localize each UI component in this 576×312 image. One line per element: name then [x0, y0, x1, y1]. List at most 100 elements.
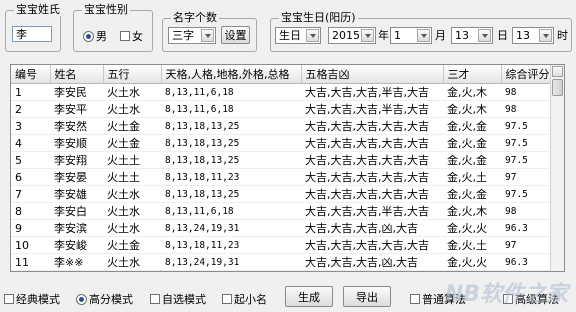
- cell-number: 7: [11, 185, 50, 203]
- cell-wuge: 8,13,18,11,23: [161, 236, 301, 254]
- cell-score: 96.3: [501, 253, 551, 271]
- export-button[interactable]: 导出: [343, 286, 391, 307]
- cell-name: 李安顺: [50, 134, 103, 152]
- mode-custom-option[interactable]: 自选模式: [150, 291, 206, 307]
- chevron-down-icon: [478, 29, 491, 42]
- cell-fortune: 大吉,大吉,大吉,大吉,大吉: [301, 117, 443, 135]
- month-select[interactable]: 1: [390, 27, 432, 44]
- cell-wuxing: 火土水: [103, 219, 161, 237]
- name-length-select[interactable]: 三字: [168, 27, 216, 44]
- table-row[interactable]: 4 李安顺 火土金 8,13,18,13,25 大吉,大吉,大吉,大吉,大吉 金,火,金 9…: [11, 134, 551, 152]
- cell-name: 李安雄: [50, 185, 103, 203]
- mode-highscore-option[interactable]: 高分模式: [76, 291, 133, 307]
- scrollbar-thumb[interactable]: [552, 79, 563, 96]
- table-row[interactable]: 3 李安然 火土金 8,13,18,13,25 大吉,大吉,大吉,大吉,大吉 金,火,金 9…: [11, 117, 551, 135]
- column-header-sancai[interactable]: 三才: [443, 65, 502, 84]
- table-row[interactable]: 6 李安晏 火土土 8,13,18,11,23 大吉,大吉,大吉,大吉,大吉 金,火,土 9…: [11, 168, 551, 186]
- nickname-checkbox[interactable]: 起小名: [222, 291, 267, 307]
- cell-fortune: 大吉,大吉,大吉,大吉,大吉: [301, 134, 443, 152]
- cell-score: 97.5: [501, 185, 551, 203]
- gender-male-radio[interactable]: 男: [83, 28, 107, 44]
- day-select[interactable]: 13: [451, 27, 493, 44]
- cell-score: 97: [501, 236, 551, 254]
- generate-button[interactable]: 生成: [285, 286, 333, 307]
- settings-button[interactable]: 设置: [221, 26, 250, 44]
- surname-group-title: 宝宝姓氏: [14, 3, 62, 16]
- day-unit-label: 日: [497, 29, 508, 42]
- year-select[interactable]: 2015: [328, 27, 376, 44]
- month-value: 1: [394, 29, 401, 42]
- cell-wuge: 8,13,18,13,25: [161, 117, 301, 135]
- cell-name: 李※※: [50, 270, 103, 271]
- cell-name: 李安翔: [50, 151, 103, 169]
- column-header-name[interactable]: 姓名: [50, 65, 104, 84]
- column-header-wuxing[interactable]: 五行: [103, 65, 162, 84]
- gender-female-radio[interactable]: 女: [120, 28, 143, 44]
- cell-sancai: 金,火,木: [443, 202, 501, 220]
- column-header-score[interactable]: 综合评分: [501, 65, 552, 84]
- gender-group-title: 宝宝性别: [82, 3, 130, 16]
- cell-wuge: 8,13,18,13,25: [161, 270, 301, 271]
- cell-wuxing: 火土水: [103, 253, 161, 271]
- cell-sancai: 金,火,金: [443, 151, 501, 169]
- cell-wuxing: 火土金: [103, 236, 161, 254]
- table-row[interactable]: 12李※※火土土8,13,18,13,25大吉,大吉,大吉,大吉,大吉金,火,金…: [11, 270, 551, 271]
- column-header-number[interactable]: 编号: [11, 65, 51, 84]
- cell-name: 李安峻: [50, 236, 103, 254]
- cell-sancai: 金,火,火: [443, 219, 501, 237]
- calendar-type-value: 生日: [279, 29, 301, 42]
- table-row[interactable]: 10 李安峻 火土金 8,13,18,11,23 大吉,大吉,大吉,大吉,大吉 金,火,土…: [11, 236, 551, 254]
- table-row[interactable]: 11 李※※ 火土水 8,13,24,19,31 大吉,大吉,大吉,凶,大吉 金,火,火 9…: [11, 253, 551, 271]
- cell-number: 4: [11, 134, 50, 152]
- cell-wuxing: 火土水: [103, 185, 161, 203]
- cell-wuxing: 火土金: [103, 134, 161, 152]
- checkbox-unchecked-icon: [120, 31, 130, 41]
- cell-score: 97.5: [501, 151, 551, 169]
- checkbox-unchecked-icon: [222, 294, 232, 304]
- calendar-type-select[interactable]: 生日: [275, 27, 321, 44]
- cell-name: 李安民: [50, 83, 103, 101]
- surname-input[interactable]: 李: [12, 26, 52, 42]
- cell-score: 98: [501, 83, 551, 101]
- scroll-up-icon[interactable]: [552, 66, 563, 77]
- cell-wuxing: 火土水: [103, 202, 161, 220]
- table-row[interactable]: 8 李安白 火土水 8,13,11,6,18 大吉,大吉,大吉,半吉,大吉 金,火,木 98: [11, 202, 551, 220]
- name-length-value: 三字: [172, 29, 194, 42]
- table-row[interactable]: 5 李安翔 火土土 8,13,18,13,25 大吉,大吉,大吉,大吉,大吉 金,火,金 9…: [11, 151, 551, 169]
- cell-fortune: 大吉,大吉,大吉,大吉,大吉: [301, 151, 443, 169]
- month-unit-label: 月: [435, 29, 446, 42]
- chevron-down-icon: [539, 29, 552, 42]
- column-header-fortune[interactable]: 五格吉凶: [301, 65, 444, 84]
- mode-classic-label: 经典模式: [16, 293, 60, 306]
- column-header-wuge[interactable]: 天格,人格,地格,外格,总格: [161, 65, 302, 84]
- gender-group: 宝宝性别 男 女: [73, 4, 153, 52]
- table-row[interactable]: 2 李安平 火土水 8,13,11,6,18 大吉,大吉,大吉,半吉,大吉 金,火,木 98: [11, 100, 551, 118]
- name-length-group: 名字个数 三字 设置: [162, 12, 257, 52]
- mode-highscore-label: 高分模式: [89, 293, 133, 306]
- cell-name: 李安平: [50, 100, 103, 118]
- cell-fortune: 大吉,大吉,大吉,大吉,大吉: [301, 270, 443, 271]
- advanced-algorithm-option[interactable]: 高级算法: [503, 291, 559, 307]
- cell-wuge: 8,13,11,6,18: [161, 100, 301, 118]
- mode-classic-option[interactable]: 经典模式: [4, 291, 60, 307]
- cell-sancai: 金,火,金: [443, 270, 501, 271]
- vertical-scrollbar[interactable]: [550, 65, 564, 271]
- table-row[interactable]: 9 李安滨 火土水 8,13,24,19,31 大吉,大吉,大吉,凶,大吉 金,火,火 96…: [11, 219, 551, 237]
- table-row[interactable]: 7 李安雄 火土水 8,13,18,13,25 大吉,大吉,大吉,大吉,大吉 金,火,金 9…: [11, 185, 551, 203]
- names-table[interactable]: 编号 姓名 五行 天格,人格,地格,外格,总格 五格吉凶 三才 综合评分 1 李安…: [10, 64, 565, 272]
- table-header-row: 编号 姓名 五行 天格,人格,地格,外格,总格 五格吉凶 三才 综合评分: [11, 65, 552, 84]
- day-value: 13: [455, 29, 469, 42]
- nickname-label: 起小名: [234, 293, 267, 306]
- cell-number: 9: [11, 219, 50, 237]
- cell-number: 12: [11, 270, 50, 271]
- advanced-algorithm-label: 高级算法: [515, 293, 559, 306]
- hour-select[interactable]: 13: [512, 27, 554, 44]
- cell-wuxing: 火土水: [103, 100, 161, 118]
- cell-name: 李安晏: [50, 168, 103, 186]
- cell-sancai: 金,火,木: [443, 100, 501, 118]
- normal-algorithm-option[interactable]: 普通算法: [410, 291, 466, 307]
- cell-fortune: 大吉,大吉,大吉,半吉,大吉: [301, 100, 443, 118]
- table-row[interactable]: 1 李安民 火土水 8,13,11,6,18 大吉,大吉,大吉,半吉,大吉 金,火,木 98: [11, 83, 551, 101]
- cell-wuge: 8,13,24,19,31: [161, 253, 301, 271]
- year-value: 2015: [332, 29, 360, 42]
